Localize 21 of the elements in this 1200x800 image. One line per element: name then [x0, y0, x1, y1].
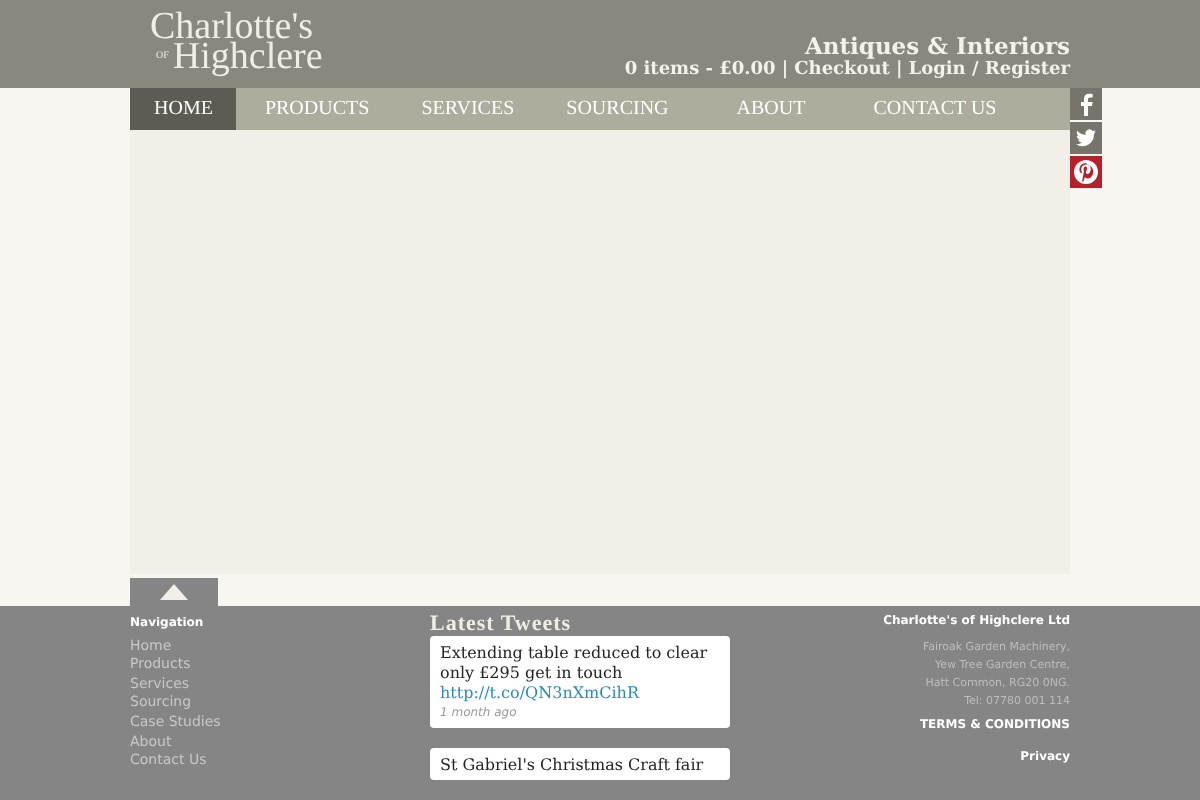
separator: | [895, 60, 903, 82]
nav-tab[interactable]: PRODUCTS [240, 87, 394, 130]
tweets-heading: Latest Tweets [430, 614, 574, 636]
facebook-icon[interactable] [1070, 87, 1102, 120]
nav-tab[interactable]: ABOUT [696, 87, 846, 130]
nav-tab[interactable]: HOME [130, 87, 237, 130]
pin-icon[interactable] [1070, 155, 1102, 188]
tweet-text: St Gabriel's Christmas Craft fair [440, 756, 706, 776]
account-link[interactable]: Checkout [794, 60, 890, 82]
up-arrow-icon [160, 584, 188, 600]
separator: | [781, 60, 789, 82]
account-link[interactable]: Login / Register [908, 60, 1070, 82]
scroll-up-button[interactable] [130, 578, 218, 606]
nav-tab[interactable]: SOURCING [542, 87, 693, 130]
nav-tab[interactable]: CONTACT US [849, 87, 1021, 130]
bird-icon[interactable] [1070, 121, 1102, 154]
tagline: Antiques & Interiors [804, 32, 1070, 60]
nav-tab[interactable]: SERVICES [397, 87, 539, 130]
tweet-text: Extending table reduced to clear only £295 get in touch [440, 644, 710, 684]
tweet-link[interactable]: http://t.co/QN3nXmCihR [440, 684, 720, 704]
cart-summary[interactable]: 0 items - £0.00 [624, 60, 776, 82]
